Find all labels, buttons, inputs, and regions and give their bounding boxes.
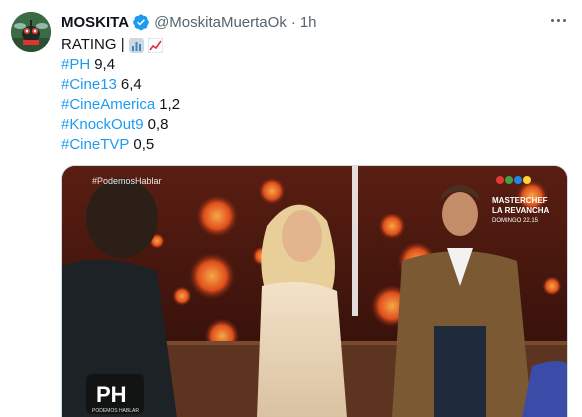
rating-row: #KnockOut9 0,8 bbox=[61, 115, 180, 135]
rating-value: 6,4 bbox=[120, 76, 142, 93]
ph-logo: PH PODEMOS HABLAR bbox=[86, 374, 144, 414]
rating-value: 1,2 bbox=[159, 96, 181, 113]
hashtag-link[interactable]: #PH bbox=[61, 55, 90, 75]
separator-dot: · bbox=[290, 13, 296, 31]
tweet[interactable]: MOSKITA @MoskitaMuertaOk · 1h RATING | #… bbox=[0, 0, 582, 417]
ph-logo-text: PH bbox=[96, 382, 127, 407]
hashtag-link[interactable]: #CineAmerica bbox=[61, 95, 155, 115]
rating-value: 9,4 bbox=[94, 56, 116, 73]
rating-row: #Cine13 6,4 bbox=[61, 75, 180, 95]
rating-row: #CineAmerica 1,2 bbox=[61, 95, 180, 115]
rating-row: #PH 9,4 bbox=[61, 55, 180, 75]
hashtag-link[interactable]: #Cine13 bbox=[61, 75, 117, 95]
promo-title-2: LA REVANCHA bbox=[492, 206, 550, 215]
rating-heading: RATING | bbox=[61, 35, 180, 55]
rating-row: #CineTVP 0,5 bbox=[61, 135, 180, 155]
user-handle[interactable]: @MoskitaMuertaOk bbox=[154, 14, 287, 31]
avatar-mosquito-image bbox=[11, 12, 51, 52]
tweet-text: RATING | #PH 9,4 #Cine13 6,4 #CineAmeric… bbox=[61, 35, 180, 155]
more-options-icon[interactable] bbox=[546, 10, 570, 30]
hashtag-overlay: #PodemosHablar bbox=[92, 176, 162, 186]
rating-value: 0,5 bbox=[133, 136, 155, 153]
rating-value: 0,8 bbox=[147, 116, 169, 133]
verified-badge-icon bbox=[132, 13, 150, 31]
promo-title-1: MASTERCHEF bbox=[492, 196, 548, 205]
hashtag-link[interactable]: #KnockOut9 bbox=[61, 115, 144, 135]
tweet-header: MOSKITA @MoskitaMuertaOk · 1h bbox=[61, 12, 317, 32]
promo-time: DOMINGO 22.15 bbox=[492, 218, 539, 224]
rating-label: RATING | bbox=[61, 36, 125, 53]
ph-logo-subtext: PODEMOS HABLAR bbox=[92, 408, 139, 414]
avatar[interactable] bbox=[11, 12, 51, 52]
bar-chart-emoji bbox=[128, 37, 144, 53]
timestamp[interactable]: 1h bbox=[300, 14, 317, 31]
tv-show-frame: #PodemosHablar MASTERCHEF LA REVANCHA DO… bbox=[62, 166, 567, 417]
chart-increasing-emoji bbox=[147, 37, 164, 53]
hashtag-link[interactable]: #CineTVP bbox=[61, 135, 129, 155]
tweet-media-video[interactable]: #PodemosHablar MASTERCHEF LA REVANCHA DO… bbox=[61, 165, 568, 417]
display-name[interactable]: MOSKITA bbox=[61, 14, 129, 31]
